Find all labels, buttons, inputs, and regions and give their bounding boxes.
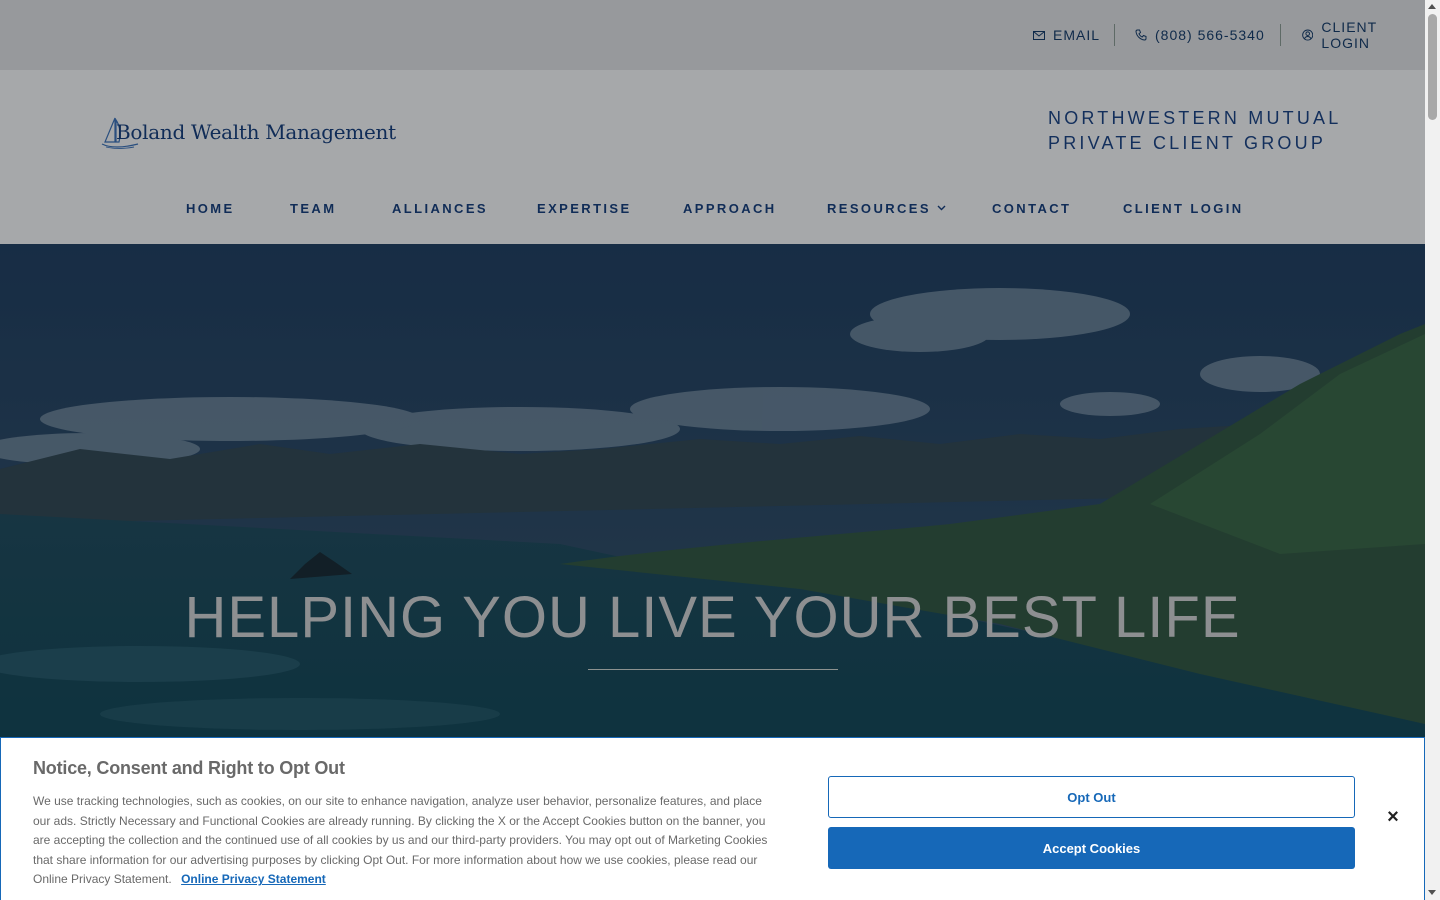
cookie-consent-banner: Notice, Consent and Right to Opt Out We …	[0, 737, 1425, 900]
close-icon[interactable]: ×	[1384, 807, 1402, 827]
accept-cookies-button[interactable]: Accept Cookies	[828, 827, 1355, 869]
cookie-banner-body: We use tracking technologies, such as co…	[33, 794, 768, 887]
nav-resources[interactable]: RESOURCES	[827, 200, 946, 216]
group-line-2: PRIVATE CLIENT GROUP	[1048, 133, 1327, 153]
cookie-banner-text: We use tracking technologies, such as co…	[33, 792, 775, 890]
client-login-link[interactable]: CLIENT LOGIN	[1302, 0, 1425, 70]
nav-label: CONTACT	[992, 200, 1072, 216]
privacy-statement-link[interactable]: Online Privacy Statement	[181, 872, 326, 886]
nav-label: APPROACH	[683, 200, 777, 216]
scroll-up-arrow-icon[interactable]	[1428, 4, 1436, 9]
page-scrollbar[interactable]	[1425, 0, 1440, 900]
hero-banner: HELPING YOU LIVE YOUR BEST LIFE	[0, 244, 1425, 744]
chevron-down-icon	[937, 205, 946, 211]
scrollbar-thumb[interactable]	[1428, 14, 1437, 120]
hero-divider	[588, 669, 838, 670]
envelope-icon	[1033, 30, 1045, 40]
nav-label: EXPERTISE	[537, 200, 632, 216]
nav-label: CLIENT LOGIN	[1123, 200, 1244, 216]
phone-link[interactable]: (808) 566-5340	[1135, 0, 1265, 70]
opt-out-button[interactable]: Opt Out	[828, 776, 1355, 818]
nav-home[interactable]: HOME	[186, 200, 235, 216]
email-label: EMAIL	[1053, 27, 1101, 43]
client-login-label: CLIENT LOGIN	[1321, 19, 1377, 51]
nav-label: HOME	[186, 200, 235, 216]
nav-approach[interactable]: APPROACH	[683, 200, 777, 216]
northwestern-mutual-group: NORTHWESTERN MUTUAL PRIVATE CLIENT GROUP	[1048, 106, 1341, 156]
divider	[1114, 24, 1115, 46]
group-line-1: NORTHWESTERN MUTUAL	[1048, 108, 1342, 128]
nav-team[interactable]: TEAM	[290, 200, 336, 216]
utility-bar: EMAIL (808) 566-5340 CLIENT LOGIN	[0, 0, 1425, 70]
site-header: Boland Wealth Management NORTHWESTERN MU…	[0, 70, 1425, 244]
phone-label: (808) 566-5340	[1155, 27, 1265, 43]
logo-text: Boland Wealth Management	[116, 120, 396, 144]
nav-label: TEAM	[290, 200, 337, 216]
nav-alliances[interactable]: ALLIANCES	[392, 200, 488, 216]
cookie-banner-title: Notice, Consent and Right to Opt Out	[33, 758, 345, 778]
phone-icon	[1135, 29, 1147, 41]
divider	[1280, 24, 1281, 46]
hero-headline: HELPING YOU LIVE YOUR BEST LIFE	[184, 585, 1241, 650]
user-circle-icon	[1302, 29, 1314, 41]
nav-expertise[interactable]: EXPERTISE	[537, 200, 632, 216]
site-logo[interactable]: Boland Wealth Management	[100, 114, 396, 150]
nav-label: RESOURCES	[827, 200, 931, 216]
nav-label: ALLIANCES	[392, 200, 488, 216]
email-link[interactable]: EMAIL	[1033, 0, 1100, 70]
nav-contact[interactable]: CONTACT	[992, 200, 1071, 216]
scroll-down-arrow-icon[interactable]	[1428, 890, 1436, 895]
nav-client-login[interactable]: CLIENT LOGIN	[1123, 200, 1244, 216]
